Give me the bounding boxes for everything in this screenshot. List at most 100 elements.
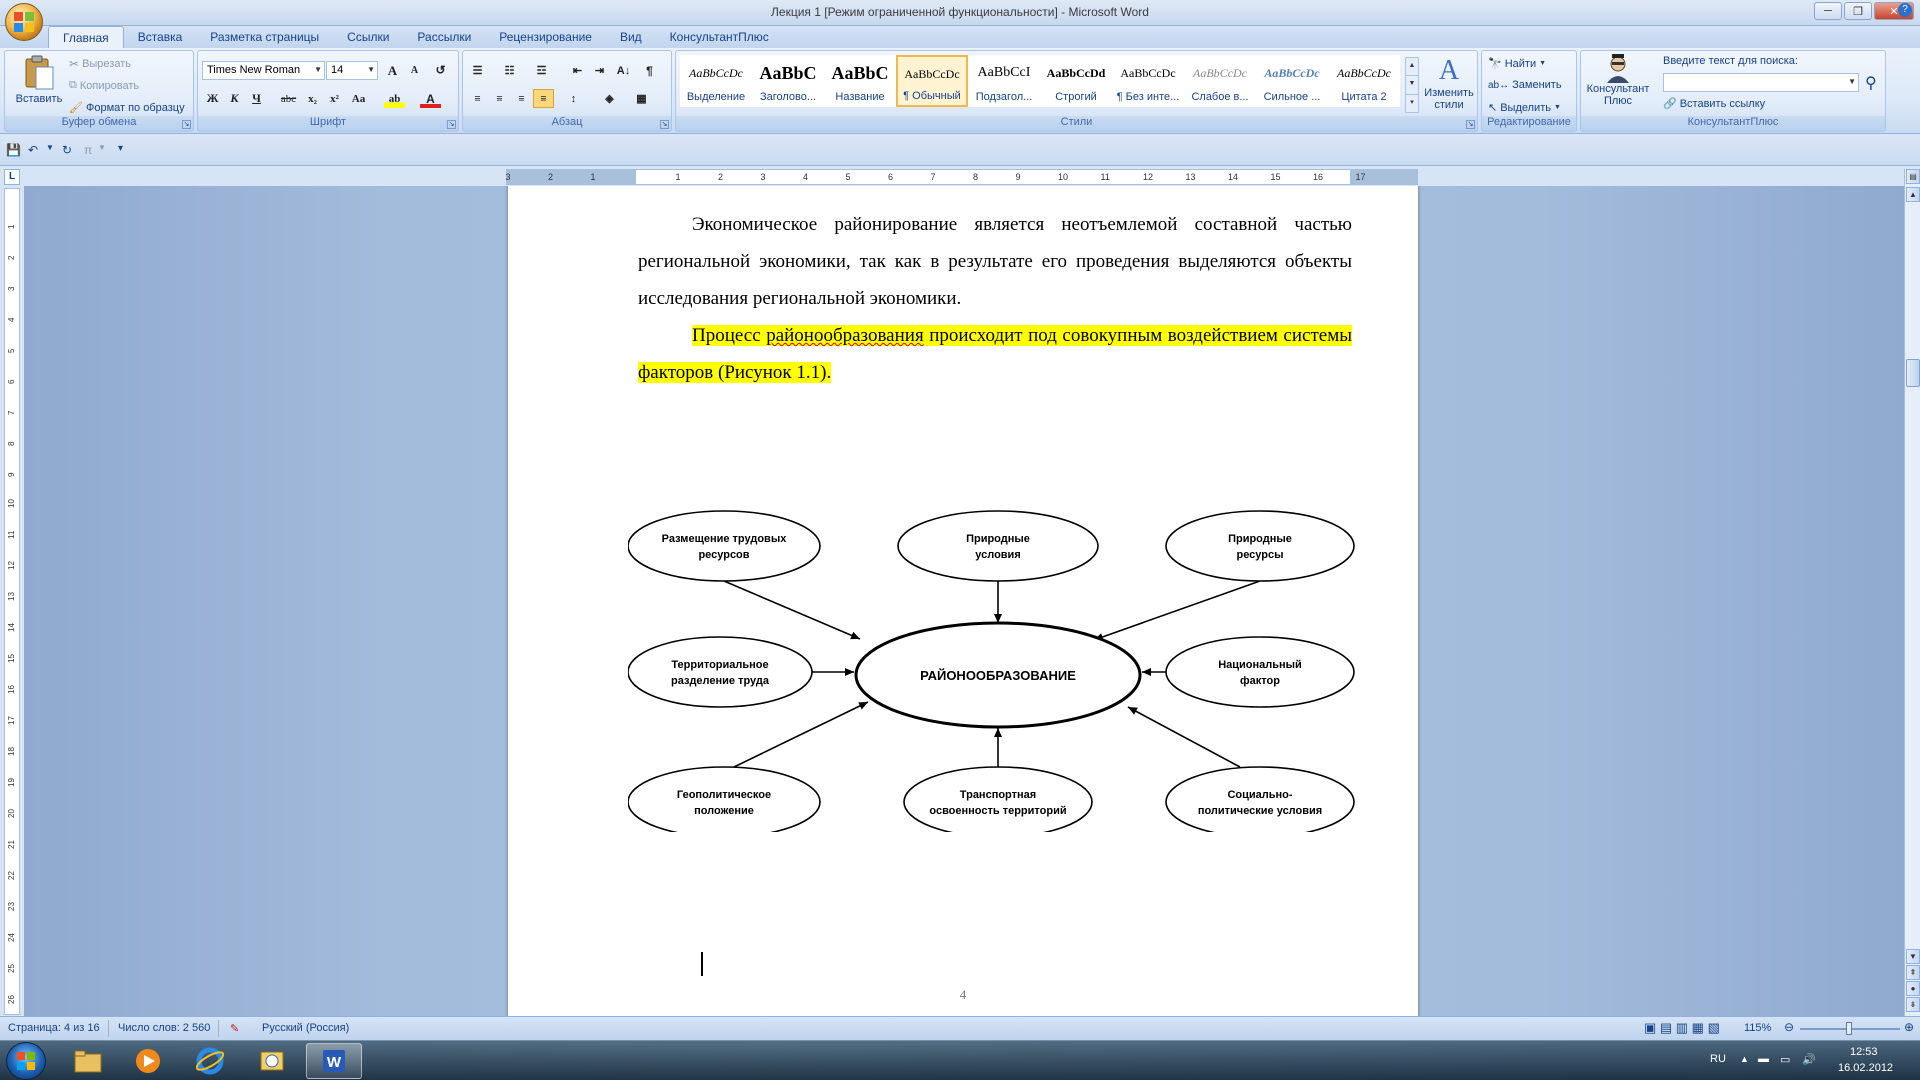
- chevron-up-icon[interactable]: ▲: [1406, 58, 1418, 77]
- underline-button[interactable]: Ч: [246, 89, 267, 108]
- consultant-search-input[interactable]: ▼: [1663, 73, 1859, 92]
- style-item[interactable]: AaBbC Заголово...: [752, 55, 824, 107]
- show-hidden-icons[interactable]: ▲: [1740, 1054, 1749, 1064]
- paragraph-2[interactable]: Процесс районообразования происходит под…: [638, 317, 1352, 391]
- replace-button[interactable]: ab↔ Заменить: [1488, 79, 1562, 91]
- style-item[interactable]: AaBbCcDc Слабое в...: [1184, 55, 1256, 107]
- search-icon[interactable]: ⚲: [1865, 73, 1877, 93]
- paste-button[interactable]: Вставить: [9, 55, 69, 105]
- multilevel-list-icon[interactable]: ☲: [531, 61, 552, 80]
- view-buttons[interactable]: ▣ ▤ ▥ ▦ ▧: [1644, 1020, 1720, 1036]
- help-icon[interactable]: ?: [1898, 3, 1912, 17]
- page-count[interactable]: Страница: 4 из 16: [8, 1022, 100, 1034]
- subscript-button[interactable]: x₂: [302, 89, 323, 108]
- line-spacing-icon[interactable]: ↕: [563, 89, 584, 108]
- font-color-button[interactable]: A: [420, 89, 441, 108]
- tab-page-layout[interactable]: Разметка страницы: [196, 26, 333, 48]
- tab-review[interactable]: Рецензирование: [485, 26, 606, 48]
- document-page[interactable]: Экономическое районирование является нео…: [508, 186, 1418, 1016]
- shrink-font-button[interactable]: A: [404, 61, 425, 80]
- style-item[interactable]: AaBbC Название: [824, 55, 896, 107]
- font-name-select[interactable]: Times New Roman ▼: [202, 61, 325, 80]
- style-item[interactable]: AaBbCcDc Выделение: [680, 55, 752, 107]
- scroll-up-icon[interactable]: ▲: [1906, 187, 1920, 202]
- font-size-select[interactable]: 14 ▼: [326, 61, 378, 80]
- save-icon[interactable]: 💾: [6, 143, 21, 157]
- language-indicator[interactable]: RU: [1710, 1053, 1726, 1065]
- tab-references[interactable]: Ссылки: [333, 26, 403, 48]
- document-area[interactable]: Экономическое районирование является нео…: [24, 186, 1906, 1016]
- maximize-button[interactable]: ❐: [1844, 2, 1872, 20]
- taskbar-outlook[interactable]: [244, 1043, 300, 1079]
- align-left-icon[interactable]: ≡: [467, 89, 488, 108]
- volume-icon[interactable]: 🔊: [1802, 1053, 1816, 1066]
- minimize-button[interactable]: ─: [1814, 2, 1842, 20]
- numbering-icon[interactable]: ☷: [499, 61, 520, 80]
- tab-insert[interactable]: Вставка: [124, 26, 197, 48]
- clock-time[interactable]: 12:53: [1850, 1046, 1878, 1058]
- taskbar-internet-explorer[interactable]: [182, 1043, 238, 1079]
- chevron-down-icon[interactable]: ▼: [1406, 76, 1418, 95]
- bullets-icon[interactable]: ☰: [467, 61, 488, 80]
- next-page-icon[interactable]: ⇟: [1906, 997, 1920, 1012]
- word-count[interactable]: Число слов: 2 560: [118, 1022, 210, 1034]
- flag-icon[interactable]: ▬: [1758, 1053, 1769, 1065]
- language-status[interactable]: Русский (Россия): [262, 1022, 349, 1034]
- network-icon[interactable]: ▭: [1780, 1053, 1790, 1066]
- zoom-in-icon[interactable]: ⊕: [1904, 1020, 1914, 1034]
- style-item[interactable]: AaBbCcI Подзагол...: [968, 55, 1040, 107]
- insert-link-button[interactable]: 🔗 Вставить ссылку: [1663, 97, 1765, 111]
- tab-consultant[interactable]: КонсультантПлюс: [656, 26, 783, 48]
- taskbar-explorer[interactable]: [60, 1043, 116, 1079]
- pi-icon[interactable]: π: [84, 143, 92, 157]
- align-center-icon[interactable]: ≡: [489, 89, 510, 108]
- more-icon[interactable]: ▾: [1406, 95, 1418, 112]
- show-marks-button[interactable]: ¶: [639, 61, 660, 80]
- superscript-button[interactable]: x²: [324, 89, 345, 108]
- style-item[interactable]: AaBbCcDc Сильное ...: [1256, 55, 1328, 107]
- taskbar-word[interactable]: W: [306, 1043, 362, 1079]
- paragraph-1[interactable]: Экономическое районирование является нео…: [638, 206, 1352, 317]
- styles-launcher-icon[interactable]: ↘: [1466, 120, 1475, 129]
- find-button[interactable]: 🔭 Найти ▼: [1488, 57, 1546, 71]
- change-styles-button[interactable]: A Изменить стили: [1422, 55, 1476, 111]
- tab-view[interactable]: Вид: [606, 26, 656, 48]
- align-right-icon[interactable]: ≡: [511, 89, 532, 108]
- select-button[interactable]: ↖ Выделить ▼: [1488, 101, 1561, 115]
- clear-format-icon[interactable]: ↺: [430, 61, 451, 80]
- justify-icon[interactable]: ≡: [533, 89, 554, 108]
- start-button[interactable]: [6, 1042, 46, 1080]
- copy-button[interactable]: ⧉ Копировать: [69, 79, 139, 92]
- paragraph-launcher-icon[interactable]: ↘: [660, 120, 669, 129]
- tab-selector[interactable]: L: [4, 169, 20, 185]
- style-item[interactable]: AaBbCcDc Цитата 2: [1328, 55, 1400, 107]
- chevron-down-icon[interactable]: ▼: [46, 143, 54, 152]
- previous-page-icon[interactable]: ⇞: [1906, 965, 1920, 980]
- horizontal-ruler[interactable]: 3 2 1 1 2 3 4 5 6 7 8 9 10 11 12 13 14 15 16 17: [506, 169, 1418, 185]
- vertical-scrollbar[interactable]: ▤ ▲ ▼ ⇞ ● ⇟: [1904, 169, 1920, 1016]
- grow-font-button[interactable]: A: [382, 61, 403, 80]
- chevron-down-icon[interactable]: ▼: [98, 143, 106, 152]
- office-button[interactable]: [5, 3, 43, 41]
- style-item[interactable]: AaBbCcDc ¶ Без инте...: [1112, 55, 1184, 107]
- format-painter-button[interactable]: 🖌 Формат по образцу: [69, 101, 185, 115]
- font-launcher-icon[interactable]: ↘: [447, 120, 456, 129]
- scroll-down-icon[interactable]: ▼: [1906, 949, 1920, 964]
- styles-gallery-scroll[interactable]: ▲ ▼ ▾: [1405, 57, 1419, 113]
- tab-home[interactable]: Главная: [48, 26, 124, 48]
- style-item[interactable]: AaBbCcDd Строгий: [1040, 55, 1112, 107]
- taskbar-media-player[interactable]: [120, 1043, 176, 1079]
- scroll-thumb[interactable]: [1906, 359, 1920, 387]
- clipboard-launcher-icon[interactable]: ↘: [182, 120, 191, 129]
- increase-indent-icon[interactable]: ⇥: [589, 61, 610, 80]
- zoom-out-icon[interactable]: ⊖: [1784, 1020, 1794, 1034]
- highlight-button[interactable]: ab: [384, 89, 405, 108]
- undo-icon[interactable]: ↶: [28, 143, 38, 157]
- zoom-level[interactable]: 115%: [1744, 1022, 1771, 1034]
- sort-icon[interactable]: A↓: [613, 61, 634, 80]
- decrease-indent-icon[interactable]: ⇤: [567, 61, 588, 80]
- proofing-icon[interactable]: ✎: [230, 1022, 239, 1035]
- consultant-plus-button[interactable]: Консультант Плюс: [1585, 53, 1651, 107]
- browse-object-icon[interactable]: ●: [1906, 981, 1920, 996]
- vertical-ruler[interactable]: 1 2 3 4 5 6 7 8 9 10 11 12 13 14 15 16 17 18 19 20 21 22 23 24 2…: [4, 188, 20, 1015]
